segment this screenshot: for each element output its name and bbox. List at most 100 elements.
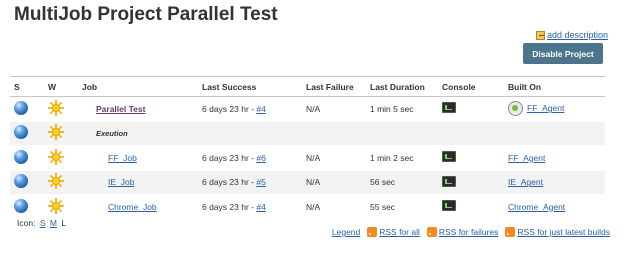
- status-cell: [10, 194, 44, 220]
- header-last-failure[interactable]: Last Failure: [302, 76, 366, 97]
- rss-latest-item: RSS for just latest builds: [505, 227, 610, 237]
- header-status[interactable]: S: [10, 76, 44, 97]
- sunny-icon: [44, 96, 68, 120]
- last-duration-cell: 56 sec: [366, 170, 438, 195]
- console-cell: [438, 194, 504, 220]
- last-success-text: 6 days 23 hr -: [202, 177, 257, 188]
- table-row: FF_Job 6 days 23 hr - #6 N/A 1 min 2 sec…: [10, 145, 605, 171]
- agent-link[interactable]: IE_Agent: [508, 177, 543, 187]
- terminal-icon[interactable]: [442, 151, 456, 163]
- last-duration-cell: 1 min 5 sec: [366, 96, 438, 122]
- agent-link[interactable]: Chrome_Agent: [508, 202, 565, 212]
- build-link[interactable]: #4: [256, 104, 265, 114]
- rss-failures-item: RSS for failures: [426, 227, 499, 237]
- rss-icon[interactable]: [367, 227, 378, 237]
- header-last-duration[interactable]: Last Duration: [366, 76, 438, 97]
- icon-size-medium-link[interactable]: M: [50, 218, 57, 228]
- blue-ball-icon: [14, 100, 28, 115]
- status-cell: [10, 145, 44, 171]
- last-success-text: 6 days 23 hr -: [202, 152, 257, 163]
- blue-ball-icon: [14, 125, 28, 140]
- header-built-on[interactable]: Built On: [504, 76, 605, 97]
- table-row: Chrome_Job 6 days 23 hr - #4 N/A 55 sec …: [10, 194, 605, 220]
- table-row: IE_Job 6 days 23 hr - #5 N/A 56 sec IE_A…: [10, 169, 605, 195]
- page-title: MultiJob Project Parallel Test: [14, 4, 278, 25]
- weather-cell: [44, 120, 78, 146]
- sunny-icon: [44, 169, 68, 193]
- sunny-icon: [44, 194, 68, 218]
- rss-all-item: RSS for all: [367, 227, 420, 237]
- status-cell: [10, 96, 44, 122]
- icon-size-large-current: L: [61, 218, 67, 228]
- last-duration-cell: 1 min 2 sec: [366, 145, 438, 171]
- header-last-success[interactable]: Last Success: [198, 76, 302, 97]
- rss-failures-link[interactable]: RSS for failures: [439, 227, 499, 237]
- header-job[interactable]: Job: [78, 76, 198, 97]
- job-link[interactable]: FF_Job: [108, 153, 137, 163]
- disable-project-button[interactable]: Disable Project: [523, 43, 603, 64]
- built-on-cell: FF_Agent: [504, 96, 605, 122]
- header-weather[interactable]: W: [44, 76, 78, 97]
- terminal-icon[interactable]: [442, 200, 456, 212]
- last-failure-cell: N/A: [302, 194, 366, 220]
- jobs-table: S W Job Last Success Last Failure Last D…: [10, 76, 605, 220]
- rss-icon[interactable]: [426, 227, 437, 237]
- terminal-icon[interactable]: [442, 102, 456, 114]
- phase-cell: Exeution: [78, 121, 198, 146]
- last-duration-cell: 55 sec: [366, 194, 438, 220]
- last-success-cell: 6 days 23 hr - #5: [198, 170, 302, 195]
- built-on-cell: FF_Agent: [504, 145, 605, 171]
- computer-agent-icon: [508, 101, 523, 117]
- built-on-cell: Chrome_Agent: [504, 194, 605, 220]
- console-cell: [438, 145, 504, 171]
- last-success-cell: 6 days 23 hr - #4: [198, 96, 302, 122]
- weather-cell: [44, 145, 78, 171]
- job-cell: Chrome_Job: [78, 194, 198, 220]
- icon-size-small-link[interactable]: S: [40, 218, 46, 228]
- last-success-text: 6 days 23 hr -: [202, 103, 257, 114]
- job-cell: IE_Job: [78, 170, 198, 195]
- blue-ball-icon: [14, 149, 28, 164]
- weather-cell: [44, 194, 78, 220]
- job-link[interactable]: IE_Job: [108, 177, 134, 187]
- table-header-row: S W Job Last Success Last Failure Last D…: [10, 76, 605, 97]
- last-success-cell: 6 days 23 hr - #4: [198, 194, 302, 220]
- built-on-cell: IE_Agent: [504, 170, 605, 195]
- legend-link[interactable]: Legend: [332, 227, 360, 237]
- sunny-icon: [44, 120, 68, 144]
- job-cell: FF_Job: [78, 145, 198, 171]
- pencil-icon: [535, 30, 545, 40]
- feed-links: Legend RSS for all RSS for failures RSS …: [332, 227, 610, 237]
- icon-size-label: Icon:: [17, 218, 36, 228]
- phase-name: Exeution: [96, 129, 128, 139]
- job-link[interactable]: Parallel Test: [96, 104, 145, 114]
- agent-link[interactable]: FF_Agent: [527, 103, 564, 113]
- phase-row: Exeution: [10, 120, 605, 146]
- rss-icon[interactable]: [505, 227, 516, 237]
- rss-latest-link[interactable]: RSS for just latest builds: [517, 227, 610, 237]
- job-cell: Parallel Test: [78, 96, 198, 122]
- agent-link[interactable]: FF_Agent: [508, 153, 545, 163]
- job-link[interactable]: Chrome_Job: [108, 202, 157, 212]
- console-cell: [438, 170, 504, 195]
- blue-ball-icon: [14, 174, 28, 189]
- last-failure-cell: N/A: [302, 170, 366, 195]
- last-success-text: 6 days 23 hr -: [202, 201, 257, 212]
- rss-all-link[interactable]: RSS for all: [379, 227, 420, 237]
- last-failure-cell: N/A: [302, 96, 366, 122]
- terminal-icon[interactable]: [442, 175, 456, 187]
- weather-cell: [44, 169, 78, 195]
- blue-ball-icon: [14, 198, 28, 213]
- table-row: Parallel Test 6 days 23 hr - #4 N/A 1 mi…: [10, 96, 605, 122]
- add-description-label: add description: [546, 30, 608, 40]
- build-link[interactable]: #4: [256, 202, 265, 212]
- build-link[interactable]: #6: [256, 153, 265, 163]
- add-description-link[interactable]: add description: [535, 30, 608, 40]
- header-console: Console: [438, 76, 504, 97]
- weather-cell: [44, 96, 78, 122]
- last-failure-cell: N/A: [302, 145, 366, 171]
- last-success-cell: 6 days 23 hr - #6: [198, 145, 302, 171]
- status-cell: [10, 121, 44, 146]
- icon-size-selector: Icon: S M L: [17, 218, 66, 228]
- build-link[interactable]: #5: [256, 177, 265, 187]
